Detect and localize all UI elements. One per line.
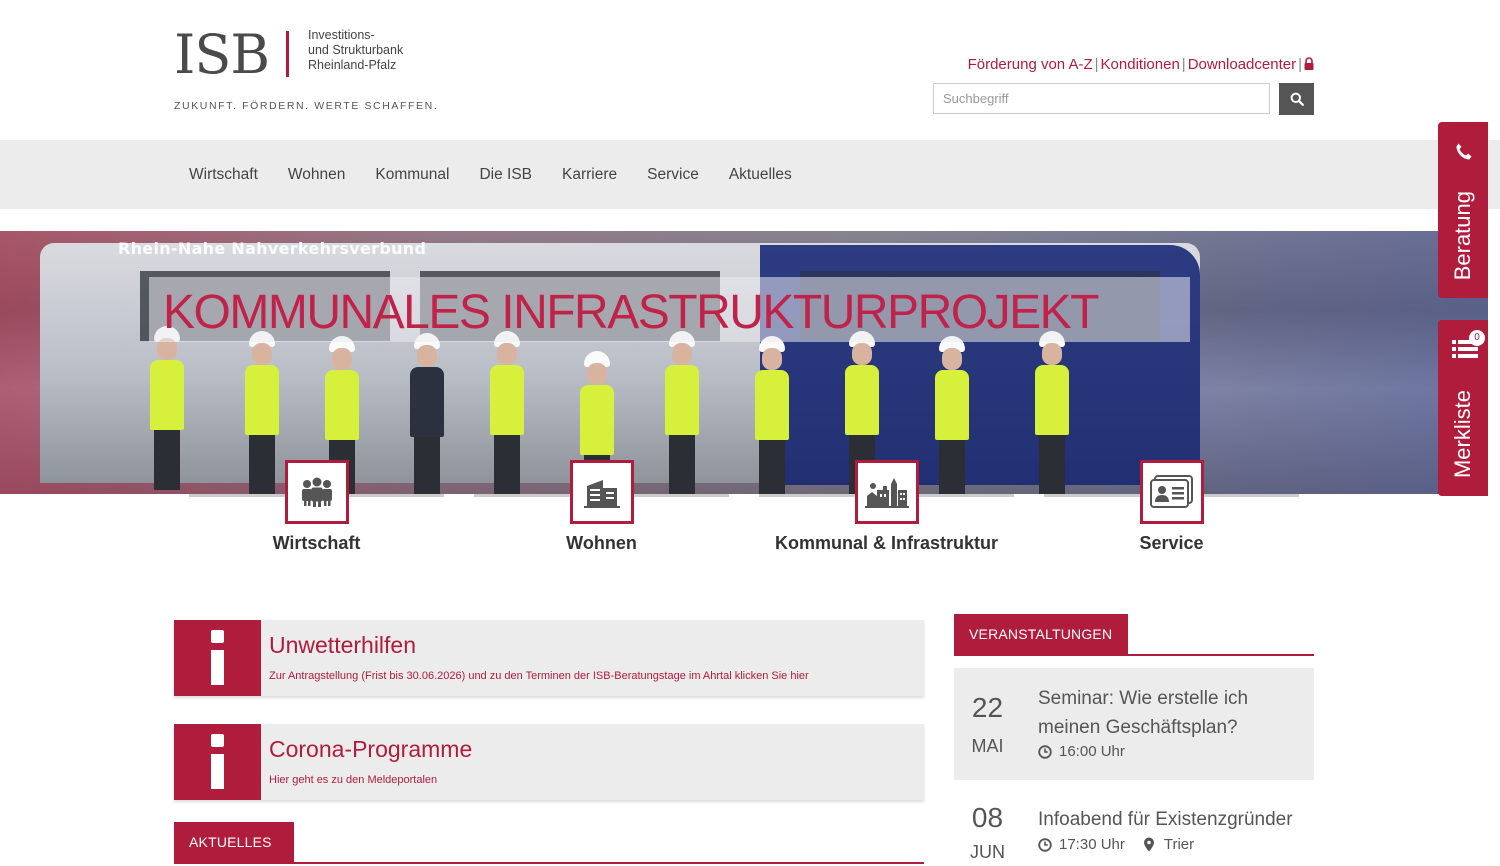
lock-icon[interactable] <box>1304 56 1314 73</box>
nav-item-die-isb[interactable]: Die ISB <box>464 166 547 184</box>
info-box-text[interactable]: Zur Antragstellung (Frist bis 30.06.2026… <box>269 670 809 682</box>
nav-item-aktuelles[interactable]: Aktuelles <box>714 166 807 184</box>
nav-item-karriere[interactable]: Karriere <box>547 166 632 184</box>
clock-icon <box>1038 744 1052 759</box>
merkliste-count-badge: 0 <box>1469 330 1485 346</box>
logo-wordmark: ISB <box>174 23 270 86</box>
veranstaltungen-underline <box>954 654 1314 656</box>
beratung-label-wrap: Beratung <box>1438 191 1488 280</box>
link-downloadcenter[interactable]: Downloadcenter <box>1188 56 1296 73</box>
link-konditionen[interactable]: Konditionen <box>1101 56 1180 73</box>
main-navigation: Wirtschaft Wohnen Kommunal Die ISB Karri… <box>0 140 1500 209</box>
buildings-icon[interactable] <box>570 460 634 524</box>
event-meta: 16:00 Uhr <box>1038 743 1125 760</box>
event-item[interactable]: 22 MAI Seminar: Wie erstelle ich meinen … <box>954 668 1314 780</box>
veranstaltungen-section-header: VERANSTALTUNGEN <box>954 614 1314 656</box>
category-kommunal-infrastruktur[interactable]: Kommunal & Infrastruktur <box>744 460 1014 580</box>
nav-item-service[interactable]: Service <box>632 166 714 184</box>
category-wirtschaft[interactable]: Wirtschaft <box>174 460 444 580</box>
event-meta: 17:30 Uhr Trier <box>1038 836 1194 853</box>
aktuelles-underline <box>174 862 924 864</box>
merkliste-side-tab[interactable]: 0 Merkliste <box>1438 320 1488 496</box>
search-input[interactable] <box>933 83 1270 114</box>
nav-item-wirtschaft[interactable]: Wirtschaft <box>174 166 273 184</box>
logo-divider <box>286 31 289 77</box>
info-icon <box>174 724 261 800</box>
category-tiles: Wirtschaft Wohnen Kommunal & Infrastrukt… <box>174 460 1314 580</box>
info-box-title[interactable]: Corona-Programme <box>269 736 472 763</box>
category-label[interactable]: Wirtschaft <box>174 533 459 553</box>
info-box-title[interactable]: Unwetterhilfen <box>269 632 416 659</box>
search-button[interactable] <box>1279 83 1314 115</box>
logo-line: und Strukturbank <box>308 43 404 57</box>
contact-card-icon[interactable] <box>1140 460 1204 524</box>
info-box-corona-programme[interactable]: Corona-Programme Hier geht es zu den Mel… <box>174 724 924 800</box>
beratung-side-tab[interactable]: Beratung <box>1438 122 1488 298</box>
link-separator: | <box>1181 56 1186 73</box>
top-links: Förderung von A-Z | Konditionen | Downloadce… <box>968 56 1314 73</box>
info-box-text[interactable]: Hier geht es zu den Meldeportalen <box>269 774 437 786</box>
info-icon <box>174 620 261 696</box>
logo-line: Rheinland-Pfalz <box>308 58 397 72</box>
event-month: MAI <box>971 736 1004 756</box>
category-label[interactable]: Kommunal & Infrastruktur <box>744 533 1029 553</box>
category-wohnen[interactable]: Wohnen <box>459 460 729 580</box>
aktuelles-section-header: AKTUELLES <box>174 822 924 864</box>
event-day: 22 <box>971 692 1004 723</box>
logo-slogan: ZUKUNFT. FÖRDERN. WERTE SCHAFFEN. <box>174 100 439 112</box>
nav-item-kommunal[interactable]: Kommunal <box>360 166 464 184</box>
phone-icon <box>1456 143 1472 160</box>
event-month: JUN <box>970 842 1005 862</box>
site-header: ISB Investitions- und Strukturbank Rhein… <box>0 0 1500 140</box>
event-title[interactable]: Seminar: Wie erstelle ich meinen Geschäf… <box>1038 684 1308 742</box>
search-icon <box>1290 92 1304 106</box>
info-box-unwetterhilfen[interactable]: Unwetterhilfen Zur Antragstellung (Frist… <box>174 620 924 696</box>
event-item[interactable]: 08 JUN Infoabend für Existenzgründer 17:… <box>954 790 1314 866</box>
hero-banner[interactable]: Rhein-Nahe Nahverkehrsverbund KOMMUNALES… <box>0 231 1488 494</box>
veranstaltungen-label[interactable]: VERANSTALTUNGEN <box>954 614 1128 654</box>
logo-line: Investitions- <box>308 28 375 42</box>
hero-caption: KOMMUNALES INFRASTRUKTURPROJEKT <box>163 286 1099 339</box>
link-separator: | <box>1094 56 1099 73</box>
event-time: 17:30 Uhr <box>1059 836 1125 853</box>
event-location: Trier <box>1163 836 1195 853</box>
event-time: 16:00 Uhr <box>1059 743 1125 760</box>
merkliste-label[interactable]: Merkliste <box>1450 390 1476 478</box>
hero-caption-box: KOMMUNALES INFRASTRUKTURPROJEKT <box>149 277 1190 342</box>
merkliste-label-wrap: Merkliste <box>1438 390 1488 478</box>
clock-icon <box>1038 837 1052 852</box>
category-service[interactable]: Service <box>1029 460 1299 580</box>
aktuelles-label[interactable]: AKTUELLES <box>174 822 294 862</box>
category-label[interactable]: Wohnen <box>459 533 744 553</box>
event-title[interactable]: Infoabend für Existenzgründer <box>1038 805 1308 834</box>
link-foerderung-a-z[interactable]: Förderung von A-Z <box>968 56 1093 73</box>
logo-bank-name: Investitions- und Strukturbank Rheinland… <box>308 28 508 73</box>
event-day: 08 <box>971 802 1004 833</box>
people-group-icon[interactable] <box>285 460 349 524</box>
town-icon[interactable] <box>855 460 919 524</box>
beratung-label[interactable]: Beratung <box>1450 191 1476 280</box>
link-separator: | <box>1298 56 1302 73</box>
hero-bus-label: Rhein-Nahe Nahverkehrsverbund <box>118 239 427 258</box>
nav-item-wohnen[interactable]: Wohnen <box>273 166 360 184</box>
map-marker-icon <box>1143 837 1154 852</box>
category-label[interactable]: Service <box>1029 533 1314 553</box>
